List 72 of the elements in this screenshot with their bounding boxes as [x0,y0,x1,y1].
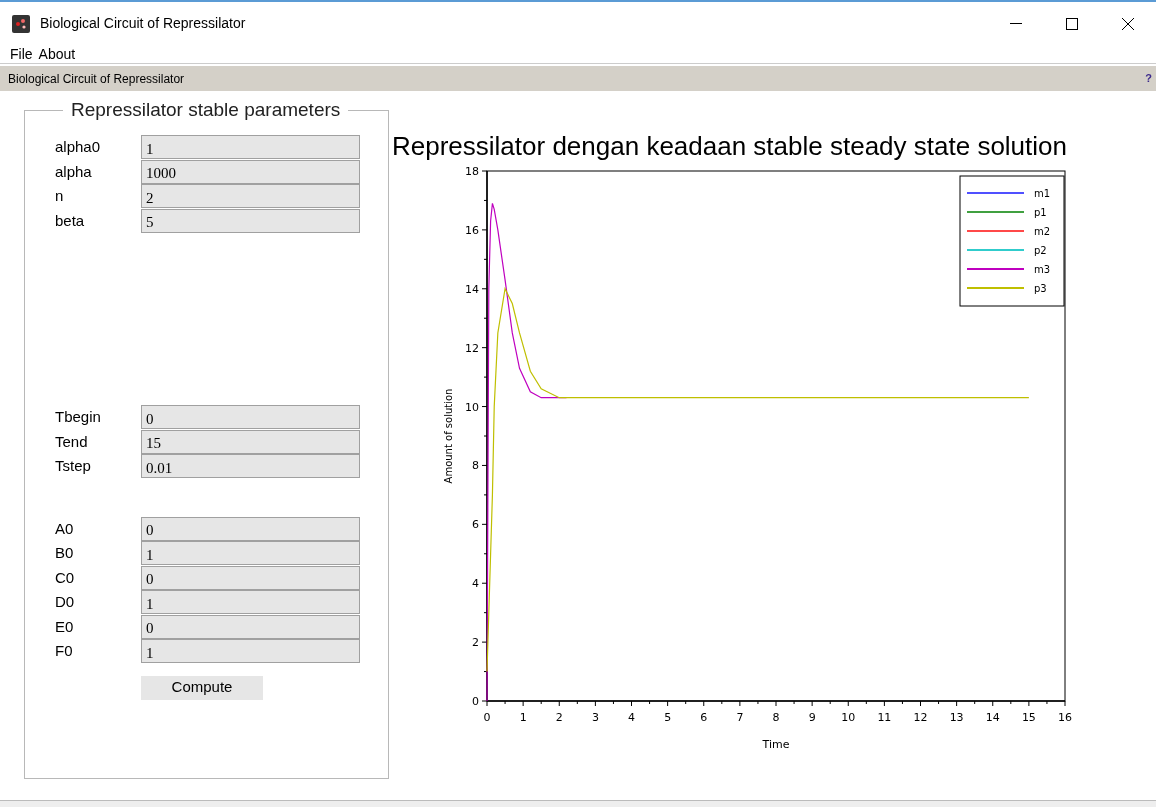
y-tick-label: 10 [465,400,479,414]
y-tick-label: 0 [472,695,479,708]
y-tick-label: 6 [472,518,479,532]
field-label: alpha [55,161,93,182]
legend-label: p1 [1034,207,1047,218]
x-tick-label: 6 [700,711,708,724]
y-tick-label: 14 [465,282,479,296]
field-label: B0 [55,543,75,563]
y-tick-label: 4 [472,577,479,591]
y-tick-label: 2 [472,636,479,650]
input-field[interactable]: 1000 [141,159,360,184]
plot-title: Repressilator dengan keadaan stable steady state solution [392,131,1068,161]
input-field[interactable]: 0 [141,614,360,639]
x-tick-label: 15 [1021,711,1036,724]
field-label: Tstep [55,456,92,476]
field-label: C0 [55,567,76,588]
field-label: E0 [55,616,75,637]
menu-item[interactable]: About [38,43,76,65]
field-label: A0 [55,518,75,539]
field-label: alpha0 [55,137,102,157]
panel-title: Biological Circuit of Repressilator [8,70,186,88]
x-tick-label: 1 [519,711,527,724]
legend-label: m2 [1034,226,1051,237]
x-tick-label: 16 [1058,711,1072,724]
input-field[interactable]: 1 [141,639,360,664]
x-tick-label: 14 [985,711,1000,724]
x-tick-label: 12 [913,711,928,724]
legend-label: m1 [1034,188,1051,199]
window-title: Biological Circuit of Repressilator [40,14,246,33]
x-tick-label: 13 [949,711,964,724]
maximize-icon [1066,17,1078,30]
y-tick-label: 18 [465,165,479,178]
close-icon [1122,17,1134,30]
x-tick-label: 11 [877,711,892,724]
field-label: beta [55,210,86,231]
legend-label: m3 [1034,264,1051,275]
input-field[interactable]: 1 [141,590,360,615]
input-field[interactable]: 1 [141,135,360,160]
input-field[interactable]: 5 [141,208,360,233]
y-axis-label: Amount of solution [443,388,454,484]
field-label: Tbegin [55,407,102,427]
y-tick-label: 12 [465,341,479,355]
legend-label: p3 [1034,283,1047,294]
x-tick-label: 10 [841,711,856,724]
menu-item[interactable]: File [10,43,33,65]
input-field[interactable]: 0 [141,405,360,430]
x-axis-label: Time [762,738,790,751]
x-tick-label: 4 [628,711,635,724]
y-tick-label: 8 [472,459,479,473]
compute-button[interactable]: Compute [141,675,263,700]
y-tick-label: 16 [465,223,479,237]
input-field[interactable]: 0 [141,565,360,590]
x-tick-label: 2 [555,711,563,724]
input-field[interactable]: 0 [141,516,360,541]
field-label: F0 [55,641,74,661]
x-tick-label: 7 [736,711,744,724]
field-label: Tend [55,431,89,452]
x-tick-label: 8 [772,711,780,724]
field-label: n [55,186,65,206]
input-field[interactable]: 1 [141,541,360,566]
input-field[interactable]: 2 [141,184,360,209]
x-tick-label: 5 [664,711,672,724]
legend-label: p2 [1034,245,1047,256]
x-tick-label: 9 [808,711,816,724]
x-tick-label: 0 [483,711,491,724]
x-tick-label: 3 [591,711,599,724]
field-label: D0 [55,592,76,612]
help-button[interactable]: ? [1145,70,1152,87]
input-field[interactable]: 0.01 [141,454,360,479]
minimize-icon [1010,22,1022,25]
input-field[interactable]: 15 [141,429,360,454]
app-icon [12,14,30,33]
